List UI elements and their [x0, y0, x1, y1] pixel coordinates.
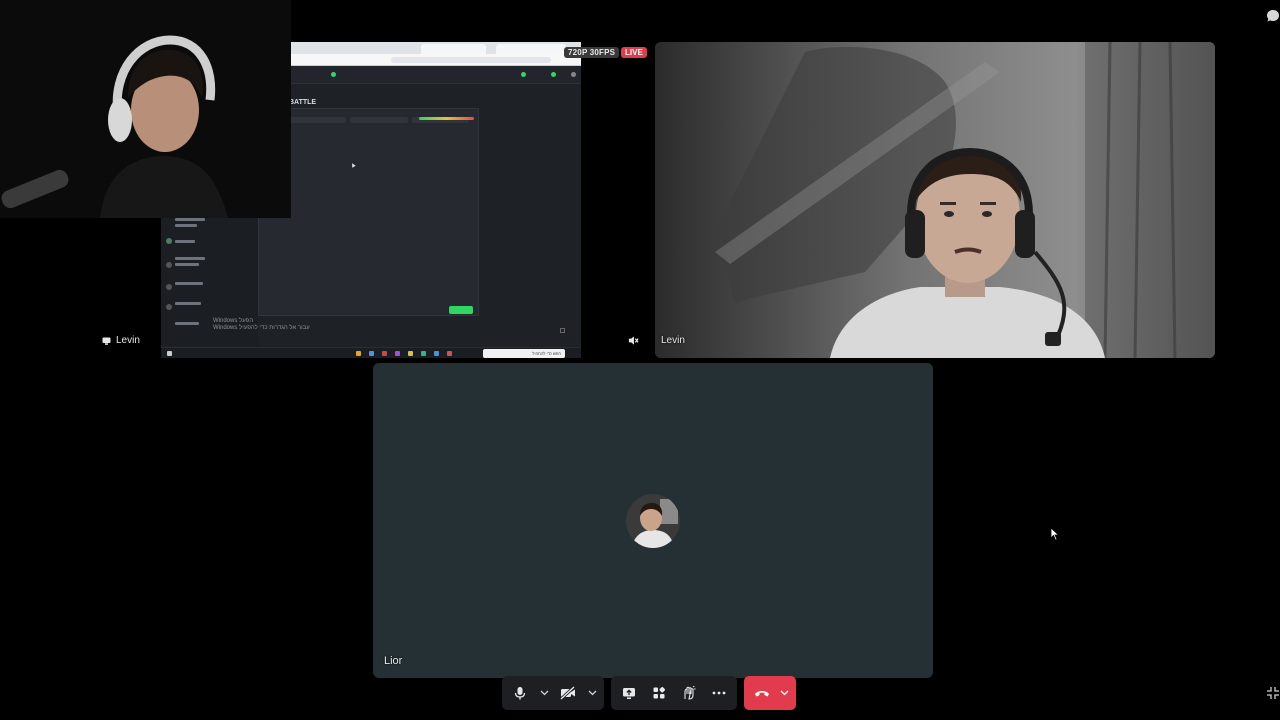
shared-chat-line [175, 224, 197, 227]
shared-chat-line [175, 218, 205, 221]
camera-button[interactable] [556, 681, 580, 705]
camera-off-icon [560, 686, 576, 700]
shared-filter-chip [350, 117, 408, 123]
participant-name-tag: Lior [384, 655, 402, 667]
more-icon [712, 691, 726, 695]
chevron-down-icon [780, 690, 788, 696]
shared-chat-avatar [166, 304, 172, 310]
camera-tile-levin[interactable] [655, 42, 1215, 358]
call-controls [502, 676, 796, 710]
shared-taskbar-icon [447, 351, 452, 356]
shared-watermark-line: Windows עבור אל הגדרות כדי להפעיל [213, 325, 310, 331]
shared-url [391, 57, 551, 63]
self-camera-tile[interactable] [0, 0, 291, 218]
participant-tile-lior[interactable]: Lior [373, 363, 933, 678]
microphone-icon [514, 687, 526, 700]
participant-name: Lior [384, 655, 403, 667]
shared-app-nav-dot [331, 72, 336, 77]
live-badge: LIVE [621, 47, 647, 58]
shared-taskbar-icon [382, 351, 387, 356]
shared-taskbar-icon [421, 351, 426, 356]
shared-browser-tabs [291, 42, 581, 54]
soundboard-button[interactable] [677, 681, 701, 705]
shared-chat-line [175, 302, 201, 305]
soundboard-icon [684, 686, 696, 700]
camera-participant-name: Levin [661, 335, 685, 346]
camera-image [655, 42, 1215, 358]
shared-url-bar [291, 54, 581, 66]
shared-app-balance-dot [521, 72, 526, 77]
chat-button[interactable] [1266, 9, 1280, 28]
shared-windows-watermark: Windows הפעל Windows עבור אל הגדרות כדי … [213, 318, 310, 332]
call-stage: BATTLE Windows הפעל Windows עבור אל הגדר… [0, 0, 1280, 720]
shared-taskbar-icon [167, 351, 172, 356]
screen-share-icon [623, 687, 635, 699]
screen-share-button[interactable] [617, 681, 641, 705]
activities-icon [653, 686, 666, 699]
activities-button[interactable] [647, 681, 671, 705]
shared-taskbar-search: חפש כדי להתחיל [483, 349, 565, 358]
shared-app-header [291, 66, 581, 84]
avatar [626, 494, 680, 548]
avatar-image [626, 494, 680, 548]
shared-modal [258, 108, 479, 316]
shared-chat-avatar [166, 284, 172, 290]
shared-page-title: BATTLE [289, 99, 317, 106]
exit-fullscreen-icon [1267, 687, 1279, 699]
hangup-icon [755, 691, 769, 697]
shared-range-slider [419, 117, 474, 120]
hangup-options-button[interactable] [778, 681, 790, 705]
shared-taskbar-icon [408, 351, 413, 356]
shared-taskbar-icon [395, 351, 400, 356]
self-camera-image [0, 0, 291, 218]
camera-name-tag: Levin [628, 335, 685, 346]
screen-share-name-tag: Levin [102, 335, 140, 346]
shared-taskbar-icon [356, 351, 361, 356]
shared-chat-line [175, 322, 199, 325]
shared-chat-line [175, 263, 199, 266]
shared-taskbar-icon [434, 351, 439, 356]
shared-watermark-line: Windows הפעל [213, 318, 254, 324]
hangup-button[interactable] [750, 681, 774, 705]
muted-speaker-icon [628, 336, 639, 345]
microphone-button[interactable] [508, 681, 532, 705]
activity-controls [611, 676, 737, 710]
shared-chat-line [175, 240, 195, 243]
shared-filter-chip [289, 117, 347, 123]
shared-confirm-button [449, 306, 473, 314]
shared-app-user-dot [571, 72, 576, 77]
media-controls [502, 676, 604, 710]
shared-app-add-dot [551, 72, 556, 77]
screen-share-name: Levin [116, 335, 140, 346]
camera-options-button[interactable] [586, 681, 598, 705]
shared-chat-line [175, 282, 203, 285]
mouse-cursor-icon [1050, 527, 1060, 546]
more-options-button[interactable] [707, 681, 731, 705]
shared-tab [496, 44, 566, 54]
shared-chat-avatar [166, 262, 172, 268]
shared-chat-avatar [166, 238, 172, 244]
disconnect-controls [744, 676, 796, 710]
chevron-down-icon [588, 690, 596, 696]
microphone-options-button[interactable] [538, 681, 550, 705]
shared-taskbar-icon [369, 351, 374, 356]
stream-quality-badge: 720P 30FPS [564, 47, 620, 58]
screen-share-icon [102, 337, 111, 345]
shared-chat-line [175, 257, 205, 260]
exit-fullscreen-button[interactable] [1266, 686, 1280, 705]
shared-corner-icon [560, 328, 565, 333]
shared-tab [421, 44, 486, 54]
chevron-down-icon [540, 690, 548, 696]
shared-taskbar: חפש כדי להתחיל [161, 347, 581, 358]
chat-bubble-icon [1267, 10, 1279, 22]
